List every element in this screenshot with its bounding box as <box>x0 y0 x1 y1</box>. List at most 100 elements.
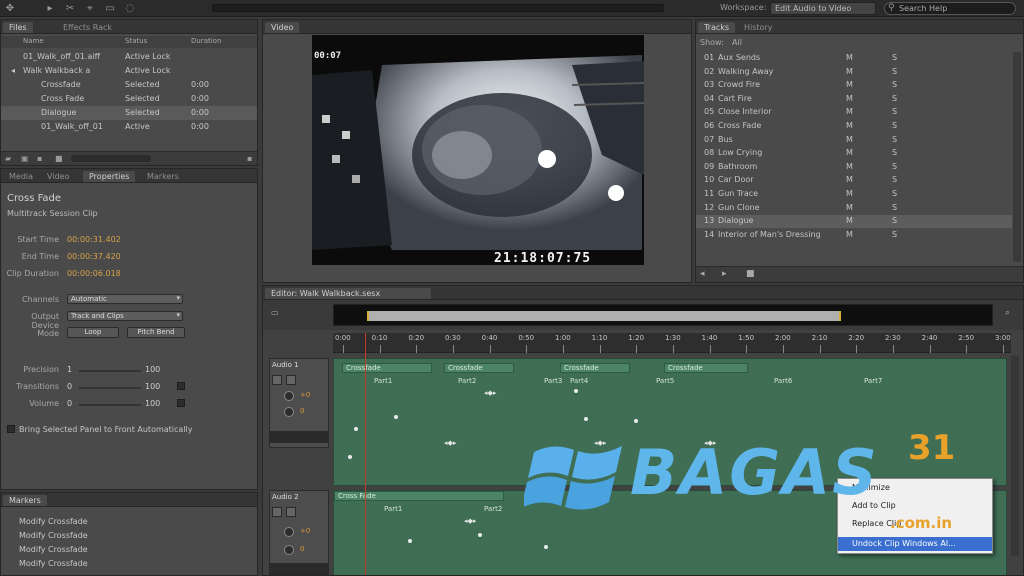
marker-item[interactable]: Modify Crossfade <box>19 545 88 554</box>
menu-item-undock-clip-windows[interactable]: Undock Clip Windows Al... <box>838 537 992 551</box>
track-solo-flag[interactable]: S <box>892 94 897 103</box>
track-number[interactable]: 12 <box>704 203 714 212</box>
new-file-icon[interactable]: ▣ <box>21 154 29 163</box>
track-name[interactable]: Audio 2 <box>272 493 299 501</box>
channels-select[interactable]: Automatic <box>67 294 183 304</box>
track-mute-flag[interactable]: M <box>846 121 853 130</box>
track-solo-flag[interactable]: S <box>892 80 897 89</box>
toolbar-scrubber[interactable] <box>212 4 664 12</box>
marker-item[interactable]: Modify Crossfade <box>19 517 88 526</box>
track-output-select[interactable] <box>270 431 328 443</box>
output-device-select[interactable]: Track and Clips <box>67 311 183 321</box>
track-list-item[interactable]: 05 Close Interior M S <box>696 106 1012 119</box>
loop-button[interactable]: Loop <box>67 327 119 338</box>
track-solo-flag[interactable]: S <box>892 135 897 144</box>
transitions-slider[interactable] <box>79 387 141 389</box>
track-mute-flag[interactable]: M <box>846 203 853 212</box>
mute-button[interactable] <box>272 375 282 385</box>
volume-knob[interactable] <box>284 391 294 401</box>
automation-point[interactable] <box>354 427 358 431</box>
time-tool-icon[interactable]: ⌖ <box>84 3 96 14</box>
tab-media[interactable]: Media <box>3 171 39 182</box>
tab-editor[interactable]: Editor: Walk Walkback.sesx <box>265 288 431 299</box>
track-list-item[interactable]: 03 Crowd Fire M S <box>696 79 1012 92</box>
track-list-item[interactable]: 13 Dialogue M S <box>696 215 1012 229</box>
track-number[interactable]: 02 <box>704 67 714 76</box>
track-mute-flag[interactable]: M <box>846 80 853 89</box>
track-list-item[interactable]: 12 Gun Clone M S <box>696 202 1012 215</box>
track-number[interactable]: 14 <box>704 230 714 239</box>
tab-markers-list[interactable]: Markers <box>3 495 47 506</box>
track-mute-flag[interactable]: M <box>846 216 853 225</box>
select-tool-icon[interactable]: ▸ <box>44 3 56 14</box>
tab-effects-rack[interactable]: Effects Rack <box>57 22 118 33</box>
pan-knob[interactable] <box>284 407 294 417</box>
pan-knob[interactable] <box>284 545 294 555</box>
tab-video-monitor[interactable]: Video <box>265 22 300 33</box>
search-help-input[interactable]: ⚲ Search Help <box>884 2 1016 15</box>
tracks-scrollbar[interactable] <box>1013 52 1021 262</box>
clip-duration-value[interactable]: 00:00:06.018 <box>67 269 121 278</box>
transitions-checkbox[interactable] <box>177 382 185 390</box>
track-list-item[interactable]: 02 Walking Away M S <box>696 66 1012 79</box>
track-mute-flag[interactable]: M <box>846 162 853 171</box>
track-list-item[interactable]: 09 Bathroom M S <box>696 161 1012 174</box>
workspace-select[interactable]: Edit Audio to Video <box>770 2 876 15</box>
time-ruler[interactable]: 0:00 0:10 0:20 0:30 0:40 0:50 1:00 1:10 1:20 1:30… <box>333 333 1011 353</box>
track-mute-flag[interactable]: M <box>846 107 853 116</box>
clip[interactable]: Crossfade <box>560 363 630 373</box>
tab-history[interactable]: History <box>738 22 778 33</box>
tab-files[interactable]: Files <box>3 22 33 33</box>
precision-value[interactable]: 1 <box>67 365 72 374</box>
automation-point[interactable] <box>544 545 548 549</box>
marker-item[interactable]: Modify Crossfade <box>19 531 88 540</box>
razor-tool-icon[interactable]: ✂ <box>64 3 76 14</box>
column-duration[interactable]: Duration <box>191 37 221 45</box>
marquee-tool-icon[interactable]: ▭ <box>104 3 116 14</box>
precision-slider[interactable] <box>79 370 141 372</box>
files-horizontal-scrollbar[interactable] <box>71 155 151 162</box>
track-mute-flag[interactable]: M <box>846 189 853 198</box>
track-solo-flag[interactable]: S <box>892 230 897 239</box>
automation-point[interactable] <box>584 417 588 421</box>
move-tool-icon[interactable]: ✥ <box>4 3 16 14</box>
track-mute-flag[interactable]: M <box>846 53 853 62</box>
playhead[interactable] <box>365 333 366 575</box>
track-number[interactable]: 13 <box>704 216 714 225</box>
track-list-item[interactable]: 11 Gun Trace M S <box>696 188 1012 201</box>
track-solo-flag[interactable]: S <box>892 121 897 130</box>
video-frame[interactable]: 00:07 21:18:07:75 <box>312 35 644 265</box>
automation-point[interactable] <box>478 533 482 537</box>
tab-tracks[interactable]: Tracks <box>698 22 736 33</box>
visible-range-handle[interactable] <box>367 311 841 321</box>
editor-vertical-scrollbar[interactable] <box>1011 356 1019 556</box>
zoom-navigator-icon[interactable]: ▭ <box>271 308 279 317</box>
session-overview[interactable] <box>333 304 993 326</box>
track-list-item[interactable]: 06 Cross Fade M S <box>696 120 1012 133</box>
file-row[interactable]: 01_Walk_off_01.aiff Active Lock <box>1 50 257 64</box>
track-number[interactable]: 05 <box>704 107 714 116</box>
track-solo-flag[interactable]: S <box>892 107 897 116</box>
track-list-item[interactable]: 01 Aux Sends M S <box>696 52 1012 65</box>
track-solo-flag[interactable]: S <box>892 216 897 225</box>
track-mute-flag[interactable]: M <box>846 94 853 103</box>
track-mute-flag[interactable]: M <box>846 230 853 239</box>
file-row[interactable]: ◂ Walk Walkback a Active Lock <box>1 64 257 78</box>
tab-properties[interactable]: Properties <box>83 171 136 182</box>
track-number[interactable]: 08 <box>704 148 714 157</box>
automation-point[interactable] <box>634 419 638 423</box>
file-row[interactable]: Crossfade Selected 0:00 <box>1 78 257 92</box>
track-list-item[interactable]: 07 Bus M S <box>696 134 1012 147</box>
start-time-value[interactable]: 00:00:31.402 <box>67 235 121 244</box>
column-name[interactable]: Name <box>23 37 44 45</box>
track-solo-flag[interactable]: S <box>892 148 897 157</box>
volume-slider[interactable] <box>79 404 141 406</box>
keyframe-icon[interactable]: ◂◆▸ <box>464 517 476 525</box>
clip[interactable]: Cross Fade <box>334 491 504 501</box>
file-row[interactable]: Cross Fade Selected 0:00 <box>1 92 257 106</box>
track-mute-flag[interactable]: M <box>846 67 853 76</box>
solo-button[interactable] <box>286 507 296 517</box>
expand-icon[interactable]: ◂ <box>11 66 15 75</box>
track-number[interactable]: 06 <box>704 121 714 130</box>
automation-point[interactable] <box>348 455 352 459</box>
